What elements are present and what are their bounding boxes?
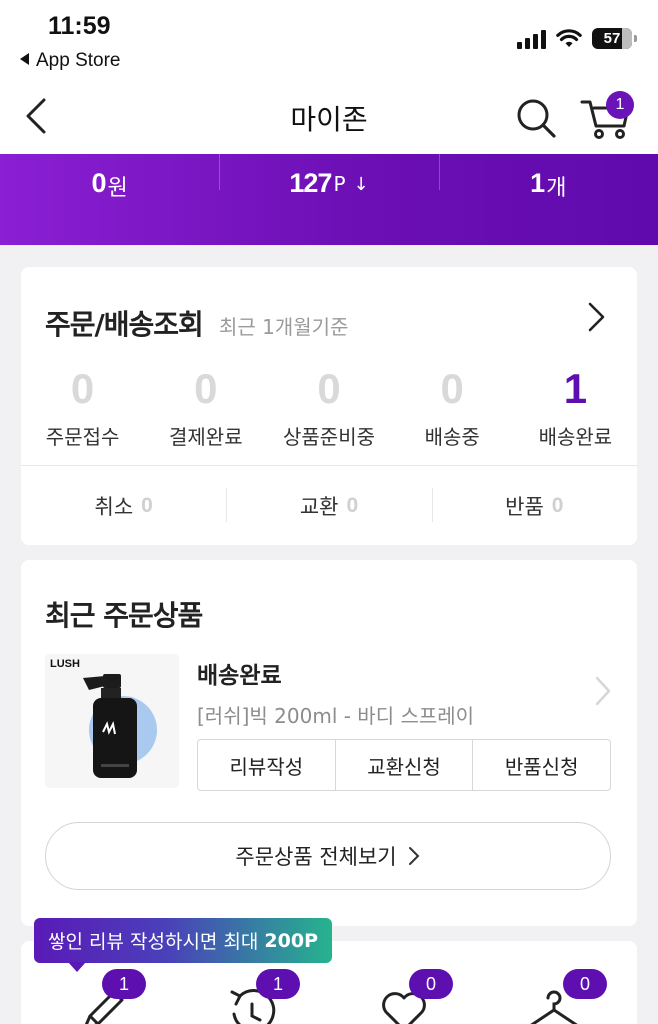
order-tracking-card: 주문/배송조회 최근 1개월기준 0 주문접수 0 결제완료 0 상품준비중 0… xyxy=(21,267,637,545)
claim-exchange[interactable]: 교환 0 xyxy=(226,466,431,545)
claims-row: 취소 0 교환 0 반품 0 xyxy=(21,466,637,545)
order-tracking-title: 주문/배송조회 xyxy=(45,308,204,341)
status-paid[interactable]: 0 결제완료 xyxy=(144,363,267,450)
points-value: 127 xyxy=(289,168,332,198)
status-label: 결제완료 xyxy=(169,425,243,449)
status-time: 11:59 xyxy=(48,12,111,40)
order-actions: 리뷰작성 교환신청 반품신청 xyxy=(197,739,611,791)
status-count: 0 xyxy=(317,365,341,412)
battery-level: 57 xyxy=(603,30,621,47)
summary-money[interactable]: 0 원 xyxy=(0,154,219,245)
chevron-right-icon[interactable] xyxy=(593,674,613,708)
battery-icon: 57 xyxy=(592,28,637,49)
claim-label: 취소 xyxy=(94,494,134,519)
summary-coupons[interactable]: 1 개 xyxy=(438,154,658,245)
status-preparing[interactable]: 0 상품준비중 xyxy=(267,363,390,450)
recent-order-card: 최근 주문상품 LUSH 배송완료 [러쉬]빅 200ml - 바디 스프레이 … xyxy=(21,560,637,926)
write-review-button[interactable]: 리뷰작성 xyxy=(198,740,335,790)
status-count: 1 xyxy=(563,365,588,412)
search-icon[interactable] xyxy=(512,94,560,142)
back-triangle-icon xyxy=(20,53,29,65)
order-status: 배송완료 xyxy=(197,663,282,689)
closet-count-badge: 0 xyxy=(563,969,607,999)
points-unit: P xyxy=(333,172,346,196)
status-count: 0 xyxy=(194,365,218,412)
view-all-label: 주문상품 전체보기 xyxy=(235,845,397,869)
status-label: 배송중 xyxy=(424,425,480,449)
status-count: 0 xyxy=(440,365,464,412)
back-to-app-link[interactable]: App Store xyxy=(20,50,121,72)
product-name[interactable]: [러쉬]빅 200ml - 바디 스프레이 xyxy=(197,700,474,729)
claim-label: 교환 xyxy=(299,494,339,519)
brand-logo: LUSH xyxy=(50,658,80,670)
coupon-value: 1 xyxy=(530,168,545,198)
review-reward-tooltip[interactable]: 쌓인 리뷰 작성하시면 최대 200P xyxy=(34,918,332,963)
cart-count-badge: 1 xyxy=(606,91,634,119)
status-label: 상품준비중 xyxy=(283,425,375,449)
return-request-button[interactable]: 반품신청 xyxy=(472,740,610,790)
tooltip-text: 쌓인 리뷰 작성하시면 최대 xyxy=(48,931,259,953)
recent-order-title: 최근 주문상품 xyxy=(45,599,203,632)
status-label: 주문접수 xyxy=(45,425,120,449)
money-value: 0 xyxy=(91,168,107,198)
claim-count: 0 xyxy=(141,493,153,517)
order-status-row: 0 주문접수 0 결제완료 0 상품준비중 0 배송중 1 배송완료 xyxy=(21,363,637,450)
status-shipping[interactable]: 0 배송중 xyxy=(391,363,514,450)
claim-count: 0 xyxy=(551,493,564,517)
back-app-label: App Store xyxy=(36,50,121,71)
product-image[interactable]: LUSH xyxy=(45,654,179,788)
status-label: 배송완료 xyxy=(538,425,613,449)
claim-count: 0 xyxy=(346,493,359,517)
coupon-unit: 개 xyxy=(546,176,567,201)
wishlist-count-badge: 0 xyxy=(409,969,453,999)
chevron-right-icon xyxy=(408,847,420,865)
status-count: 0 xyxy=(70,365,95,412)
wifi-icon xyxy=(556,28,582,47)
cellular-signal-icon xyxy=(517,29,546,49)
money-unit: 원 xyxy=(107,176,128,201)
order-tracking-subtitle: 최근 1개월기준 xyxy=(219,315,349,339)
status-bar: 11:59 App Store 57 xyxy=(0,0,658,80)
tooltip-pointer xyxy=(68,962,86,972)
summary-band: 0 원 127 P ↓ 1 개 xyxy=(0,154,658,245)
review-count-badge: 1 xyxy=(102,969,146,999)
download-arrow-icon: ↓ xyxy=(353,174,369,195)
recent-view-count-badge: 1 xyxy=(256,969,300,999)
tooltip-highlight: 200P xyxy=(264,929,318,952)
exchange-request-button[interactable]: 교환신청 xyxy=(334,740,473,790)
app-header: 마이존 xyxy=(0,80,658,154)
view-all-orders-button[interactable]: 주문상품 전체보기 xyxy=(45,822,611,890)
summary-points[interactable]: 127 P ↓ xyxy=(219,154,438,245)
status-icons: 57 xyxy=(517,28,637,49)
status-delivered[interactable]: 1 배송완료 xyxy=(514,363,637,450)
spray-bottle-image xyxy=(83,674,157,778)
claim-label: 반품 xyxy=(505,494,544,519)
claim-return[interactable]: 반품 0 xyxy=(431,466,637,545)
chevron-right-icon[interactable] xyxy=(583,299,609,335)
status-received[interactable]: 0 주문접수 xyxy=(21,363,144,450)
claim-cancel[interactable]: 취소 0 xyxy=(21,466,226,545)
